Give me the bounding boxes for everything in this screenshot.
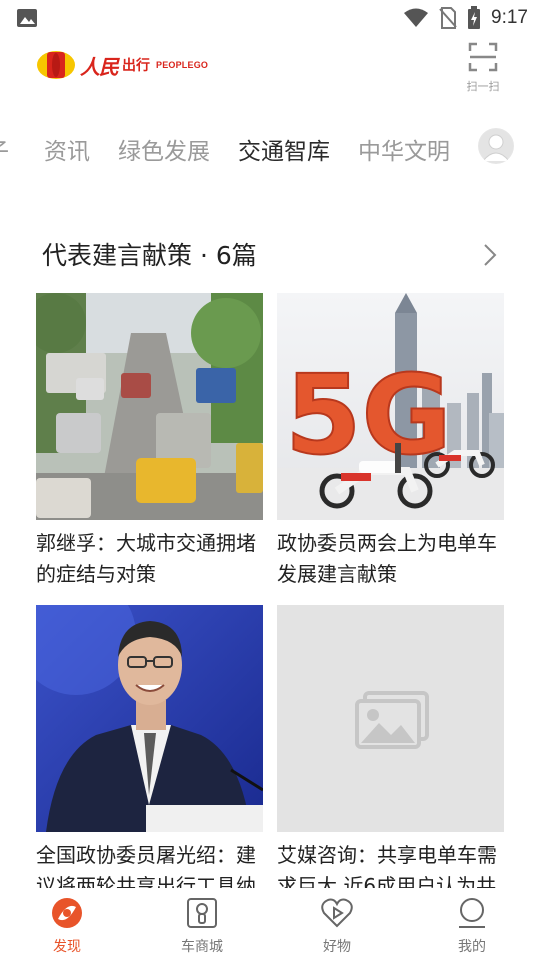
- car-store-icon: [187, 898, 217, 928]
- status-time: 9:17: [491, 7, 528, 28]
- image-icon: [17, 9, 37, 27]
- user-avatar-icon: [479, 129, 513, 163]
- goods-icon: [321, 898, 353, 928]
- discover-icon: [52, 898, 82, 928]
- logo-text-en: PEOPLEGO: [156, 60, 209, 70]
- app-logo[interactable]: 人民 出行 PEOPLEGO: [36, 50, 208, 80]
- logo-text-cn: 人民: [80, 54, 119, 79]
- article-caption: 郭继孚：大城市交通拥堵的症结与对策: [36, 531, 256, 586]
- scan-icon: [468, 42, 498, 72]
- article-card[interactable]: 5G 政协委员两会上为电单车发展建言献策: [277, 293, 504, 590]
- section-title: 代表建言献策 · 6篇: [42, 241, 257, 270]
- logo-emblem-icon: [37, 51, 75, 79]
- article-card[interactable]: 艾媒咨询：共享电单车需求巨大 近6成用户认为共: [277, 605, 504, 902]
- battery-icon: [468, 6, 481, 29]
- nav-goods[interactable]: 好物: [297, 896, 377, 956]
- nav-label: 好物: [323, 939, 351, 955]
- speaker-photo: [36, 605, 263, 832]
- article-card[interactable]: 郭继孚：大城市交通拥堵的症结与对策: [36, 293, 263, 590]
- avatar[interactable]: [478, 128, 514, 164]
- section-header[interactable]: 代表建言献策 · 6篇: [42, 236, 502, 274]
- bottom-navigation: 发现 车商城 好物 我的: [0, 888, 540, 960]
- traffic-photo: [36, 293, 263, 520]
- nav-discover[interactable]: 发现: [27, 896, 107, 956]
- tab-news[interactable]: 资讯: [44, 132, 90, 166]
- tab-partial[interactable]: 子: [0, 132, 9, 166]
- app-header: 人民 出行 PEOPLEGO 扫一扫: [0, 36, 540, 106]
- tab-transport-think-tank[interactable]: 交通智库: [238, 132, 330, 166]
- nav-label: 我的: [458, 939, 486, 955]
- scan-label: 扫一扫: [466, 80, 500, 93]
- wifi-icon: [404, 8, 429, 27]
- article-card[interactable]: 全国政协委员屠光绍：建议将两轮共享出行工具纳: [36, 605, 263, 902]
- tab-green-development[interactable]: 绿色发展: [118, 132, 210, 166]
- status-bar: 9:17: [0, 0, 540, 36]
- chevron-right-icon: [484, 244, 497, 266]
- logo-text-cn2: 出行: [122, 58, 150, 74]
- scan-button[interactable]: 扫一扫: [462, 42, 504, 94]
- 5g-ebike-photo: 5G: [277, 293, 504, 520]
- article-caption: 政协委员两会上为电单车发展建言献策: [277, 531, 497, 586]
- profile-icon: [459, 898, 485, 928]
- no-sim-icon: [439, 7, 457, 29]
- nav-car-store[interactable]: 车商城: [162, 896, 242, 956]
- category-tabs: 子 资讯 绿色发展 交通智库 中华文明: [0, 122, 540, 174]
- nav-label: 发现: [53, 939, 81, 955]
- nav-label: 车商城: [181, 939, 223, 955]
- placeholder-image: [277, 605, 504, 832]
- tab-chinese-civilization[interactable]: 中华文明: [358, 132, 450, 166]
- nav-profile[interactable]: 我的: [432, 896, 512, 956]
